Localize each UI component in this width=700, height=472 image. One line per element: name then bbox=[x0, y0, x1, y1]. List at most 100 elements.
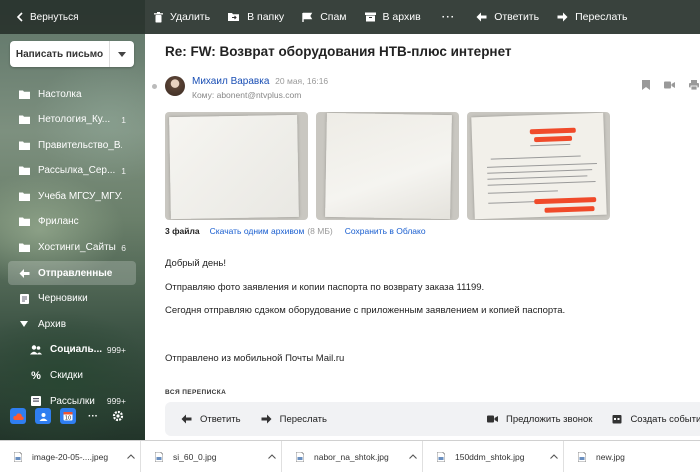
thread-forward-button[interactable]: Переслать bbox=[261, 414, 327, 425]
downloads-bar: image-20-05-....jpeg si_60_0.jpg nabor_n… bbox=[0, 440, 700, 472]
folder-label: Социаль... bbox=[50, 344, 103, 356]
folder-item[interactable]: Рассылка_Сер... 1 bbox=[8, 159, 136, 183]
folder-label: Отправленные bbox=[38, 267, 113, 279]
drafts-icon bbox=[18, 293, 30, 304]
message-signature: Отправлено из мобильной Почты Mail.ru bbox=[165, 353, 345, 364]
document-photo bbox=[471, 112, 607, 220]
newsletter-icon bbox=[30, 396, 42, 407]
folder-label: Архив bbox=[38, 318, 67, 330]
create-event-button[interactable]: Создать событие bbox=[612, 414, 700, 425]
folder-label: Хостинги_Сайты bbox=[38, 242, 116, 254]
folder-item-archive[interactable]: Архив bbox=[8, 312, 136, 336]
propose-call-button[interactable]: Предложить звонок bbox=[487, 414, 592, 425]
folder-item[interactable]: Правительство_В... bbox=[8, 133, 136, 157]
folder-count: 1 bbox=[121, 114, 126, 125]
download-item[interactable]: new.jpg bbox=[564, 441, 700, 472]
chevron-up-icon[interactable] bbox=[545, 454, 563, 459]
chevron-up-icon[interactable] bbox=[263, 454, 281, 459]
folder-label: Правительство_В... bbox=[38, 139, 122, 151]
forward-label: Переслать bbox=[575, 11, 628, 23]
compose-button[interactable]: Написать письмо bbox=[10, 41, 134, 67]
video-call-icon[interactable] bbox=[664, 81, 675, 89]
forward-button[interactable]: Переслать bbox=[548, 0, 636, 34]
chevron-up-icon[interactable] bbox=[404, 454, 422, 459]
print-icon[interactable] bbox=[689, 80, 699, 90]
attachments-count: 3 файла bbox=[165, 226, 200, 236]
image-file-icon bbox=[296, 451, 304, 462]
folder-label: Рассылка_Сер... bbox=[38, 165, 116, 177]
calendar-icon bbox=[612, 415, 622, 424]
move-to-folder-button[interactable]: В папку bbox=[219, 0, 293, 34]
download-archive-link[interactable]: Скачать одним архивом bbox=[210, 226, 305, 236]
thread-extra-actions: Предложить звонок Создать событие bbox=[487, 402, 700, 436]
folder-icon bbox=[18, 115, 30, 125]
attachments-bar: 3 файла Скачать одним архивом (8 МБ) Сох… bbox=[165, 226, 429, 236]
back-button[interactable]: Вернуться bbox=[0, 0, 145, 34]
compose-dropdown[interactable] bbox=[110, 41, 134, 67]
spam-button[interactable]: Спам bbox=[293, 0, 355, 34]
thread-reply-button[interactable]: Ответить bbox=[181, 414, 241, 425]
download-name: image-20-05-....jpeg bbox=[32, 451, 109, 462]
folder-item[interactable]: Учеба МГСУ_МГУ... bbox=[8, 184, 136, 208]
folder-label: Нетология_Ку... bbox=[38, 114, 111, 126]
folder-label: Скидки bbox=[50, 370, 83, 382]
cloud-app-icon[interactable] bbox=[10, 408, 26, 424]
folder-item[interactable]: Нетология_Ку... 1 bbox=[8, 108, 136, 132]
image-file-icon bbox=[155, 451, 163, 462]
video-call-icon bbox=[487, 415, 498, 423]
download-item[interactable]: 150ddm_shtok.jpg bbox=[423, 440, 564, 472]
attachment-thumbnail[interactable] bbox=[467, 112, 610, 220]
folder-label: Фриланс bbox=[38, 216, 79, 228]
move-to-folder-label: В папку bbox=[247, 11, 285, 23]
save-to-cloud-link[interactable]: Сохранить в Облако bbox=[345, 226, 426, 236]
message-greeting: Добрый день! bbox=[165, 258, 226, 269]
download-item[interactable]: nabor_na_shtok.jpg bbox=[282, 440, 423, 472]
thread-reply-label: Ответить bbox=[200, 413, 241, 425]
image-file-icon bbox=[578, 451, 586, 462]
folder-item-sent[interactable]: Отправленные bbox=[8, 261, 136, 286]
delete-button[interactable]: Удалить bbox=[145, 0, 219, 34]
folder-count: 6 bbox=[121, 242, 126, 253]
calendar-app-icon[interactable]: 10 bbox=[60, 408, 76, 424]
download-name: si_60_0.jpg bbox=[173, 451, 217, 462]
folder-item-discounts[interactable]: % Скидки bbox=[8, 364, 136, 388]
more-icon[interactable]: ··· bbox=[430, 0, 468, 34]
folder-item[interactable]: Настолка bbox=[8, 82, 136, 106]
sender-line: Михаил Варавка 20 мая, 16:16 bbox=[192, 76, 328, 87]
sender-avatar[interactable] bbox=[165, 76, 185, 96]
document-photo bbox=[325, 112, 452, 220]
folder-icon bbox=[18, 166, 30, 176]
folder-count: 999+ bbox=[106, 344, 126, 355]
attachment-thumbnail[interactable] bbox=[165, 112, 308, 220]
attachment-thumbnail[interactable] bbox=[316, 112, 459, 220]
forward-icon bbox=[557, 12, 568, 22]
folder-item[interactable]: Хостинги_Сайты 6 bbox=[8, 236, 136, 260]
image-file-icon bbox=[437, 451, 445, 462]
folder-item-social[interactable]: Социаль... 999+ bbox=[8, 338, 136, 362]
folder-label: Рассылки bbox=[50, 395, 95, 407]
archive-button[interactable]: В архив bbox=[356, 0, 430, 34]
more-apps-icon[interactable]: ··· bbox=[85, 408, 101, 424]
contacts-app-icon[interactable] bbox=[35, 408, 51, 424]
settings-gear-icon[interactable] bbox=[110, 408, 126, 424]
reply-button[interactable]: Ответить bbox=[467, 0, 548, 34]
chevron-down-icon bbox=[118, 51, 126, 57]
folder-label: Учеба МГСУ_МГУ... bbox=[38, 190, 122, 202]
folder-icon bbox=[18, 243, 30, 253]
folder-item-drafts[interactable]: Черновики bbox=[8, 287, 136, 311]
unread-dot[interactable] bbox=[152, 84, 157, 89]
bookmark-icon[interactable] bbox=[642, 80, 650, 90]
recipient-line: Кому: abonent@ntvplus.com bbox=[192, 90, 302, 100]
folder-item[interactable]: Фриланс bbox=[8, 210, 136, 234]
quick-reply-bar: Ответить Переслать Предложить звонок Соз… bbox=[165, 402, 700, 436]
download-name: nabor_na_shtok.jpg bbox=[314, 451, 389, 462]
download-item[interactable]: si_60_0.jpg bbox=[141, 440, 282, 472]
download-item[interactable]: image-20-05-....jpeg bbox=[0, 440, 141, 472]
sender-name[interactable]: Михаил Варавка bbox=[192, 76, 269, 87]
folder-count: 999+ bbox=[106, 396, 126, 407]
chevron-up-icon[interactable] bbox=[122, 454, 140, 459]
sent-icon bbox=[18, 268, 30, 278]
sidebar-bottom-bar: 10 ··· bbox=[10, 408, 135, 424]
toolbar: Вернуться Удалить В папку Спам В архив ·… bbox=[0, 0, 700, 34]
message-line: Сегодня отправляю сдэком оборудование с … bbox=[165, 305, 566, 316]
